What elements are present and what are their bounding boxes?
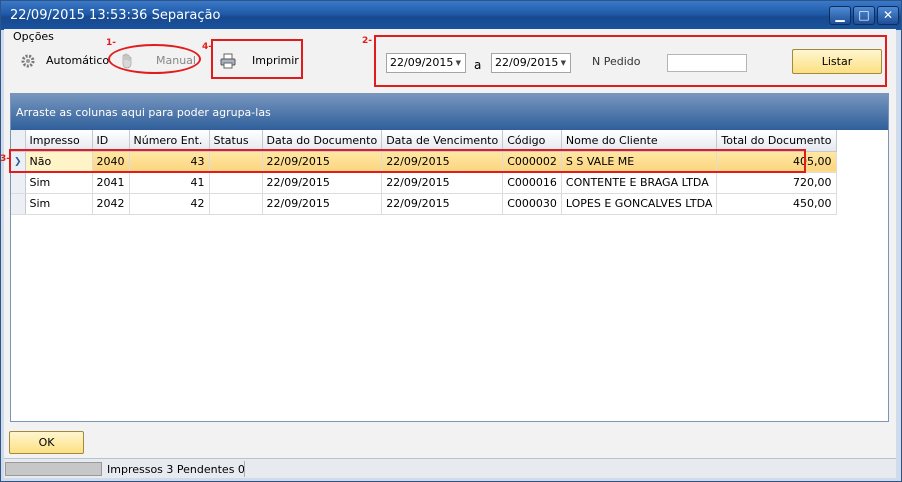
list-button[interactable]: Listar — [792, 49, 882, 74]
cell-nome-cliente[interactable]: CONTENTE E BRAGA LTDA — [561, 172, 718, 194]
cell-numero-ent[interactable]: 42 — [129, 193, 210, 215]
annotation-box-row — [9, 149, 806, 173]
automatic-button[interactable]: Automático — [20, 52, 109, 70]
ok-button[interactable]: OK — [9, 431, 84, 454]
cell-data-documento[interactable]: 22/09/2015 — [262, 172, 383, 194]
progress-bar — [5, 462, 102, 476]
order-number-label: N Pedido — [592, 55, 641, 68]
cell-numero-ent[interactable]: 41 — [129, 172, 210, 194]
cell-total-documento[interactable]: 720,00 — [716, 172, 837, 194]
status-divider — [244, 461, 245, 477]
status-bar: Impressos 3 Pendentes 0 — [4, 458, 896, 478]
cell-nome-cliente[interactable]: LOPES E GONCALVES LTDA — [561, 193, 718, 215]
date-from-picker[interactable]: 22/09/2015 ▼ — [386, 53, 466, 73]
cell-data-vencimento[interactable]: 22/09/2015 — [381, 193, 504, 215]
annotation-label-1: 1- — [106, 38, 116, 48]
cell-codigo[interactable]: C000030 — [502, 193, 562, 215]
cell-impresso[interactable]: Sim — [25, 193, 93, 215]
group-by-panel[interactable]: Arraste as colunas aqui para poder agrup… — [11, 94, 888, 130]
minimize-icon: ▁ — [835, 8, 845, 22]
annotation-label-2: 2- — [362, 36, 372, 46]
col-numero-ent[interactable]: Número Ent. — [129, 130, 210, 152]
gear-icon — [20, 53, 36, 69]
header-row: Impresso ID Número Ent. Status Data do D… — [11, 130, 837, 152]
cell-impresso[interactable]: Sim — [25, 172, 93, 194]
date-range-separator: a — [474, 58, 482, 72]
window-title: 22/09/2015 13:53:36 Separação — [10, 8, 221, 23]
cell-status[interactable] — [209, 193, 263, 215]
date-to-value: 22/09/2015 — [495, 56, 559, 69]
automatic-label: Automático — [46, 54, 110, 67]
table-row[interactable]: Sim 2042 42 22/09/2015 22/09/2015 C00003… — [11, 193, 837, 215]
annotation-ellipse-manual — [108, 44, 201, 74]
col-nome-cliente[interactable]: Nome do Cliente — [561, 130, 718, 152]
date-to-picker[interactable]: 22/09/2015 ▼ — [491, 53, 571, 73]
date-from-value: 22/09/2015 — [390, 56, 454, 69]
cell-id[interactable]: 2041 — [92, 172, 130, 194]
cell-data-documento[interactable]: 22/09/2015 — [262, 193, 383, 215]
table-row[interactable]: Sim 2041 41 22/09/2015 22/09/2015 C00001… — [11, 172, 837, 194]
col-status[interactable]: Status — [209, 130, 263, 152]
data-grid: Arraste as colunas aqui para poder agrup… — [10, 93, 889, 422]
annotation-box-print — [211, 39, 303, 79]
col-codigo[interactable]: Código — [502, 130, 562, 152]
cell-codigo[interactable]: C000016 — [502, 172, 562, 194]
col-impresso[interactable]: Impresso — [25, 130, 93, 152]
minimize-button[interactable]: ▁ — [829, 6, 851, 25]
dropdown-arrow-icon[interactable]: ▼ — [456, 54, 461, 72]
order-number-input[interactable] — [667, 54, 747, 72]
row-indicator — [11, 172, 26, 194]
close-button[interactable]: ✕ — [877, 6, 899, 25]
dropdown-arrow-icon[interactable]: ▼ — [561, 54, 566, 72]
maximize-icon: □ — [858, 8, 870, 22]
options-group-label: Opções — [13, 30, 54, 43]
title-bar: 22/09/2015 13:53:36 Separação ▁ □ ✕ — [1, 1, 901, 30]
cell-id[interactable]: 2042 — [92, 193, 130, 215]
cell-total-documento[interactable]: 450,00 — [716, 193, 837, 215]
row-indicator-header — [11, 130, 26, 152]
col-total-documento[interactable]: Total do Documento — [716, 130, 837, 152]
close-icon: ✕ — [882, 8, 894, 22]
row-indicator — [11, 193, 26, 215]
maximize-button[interactable]: □ — [853, 6, 875, 25]
col-id[interactable]: ID — [92, 130, 130, 152]
col-data-documento[interactable]: Data do Documento — [262, 130, 383, 152]
cell-data-vencimento[interactable]: 22/09/2015 — [381, 172, 504, 194]
cell-status[interactable] — [209, 172, 263, 194]
col-data-vencimento[interactable]: Data de Vencimento — [381, 130, 504, 152]
status-text: Impressos 3 Pendentes 0 — [107, 463, 245, 476]
